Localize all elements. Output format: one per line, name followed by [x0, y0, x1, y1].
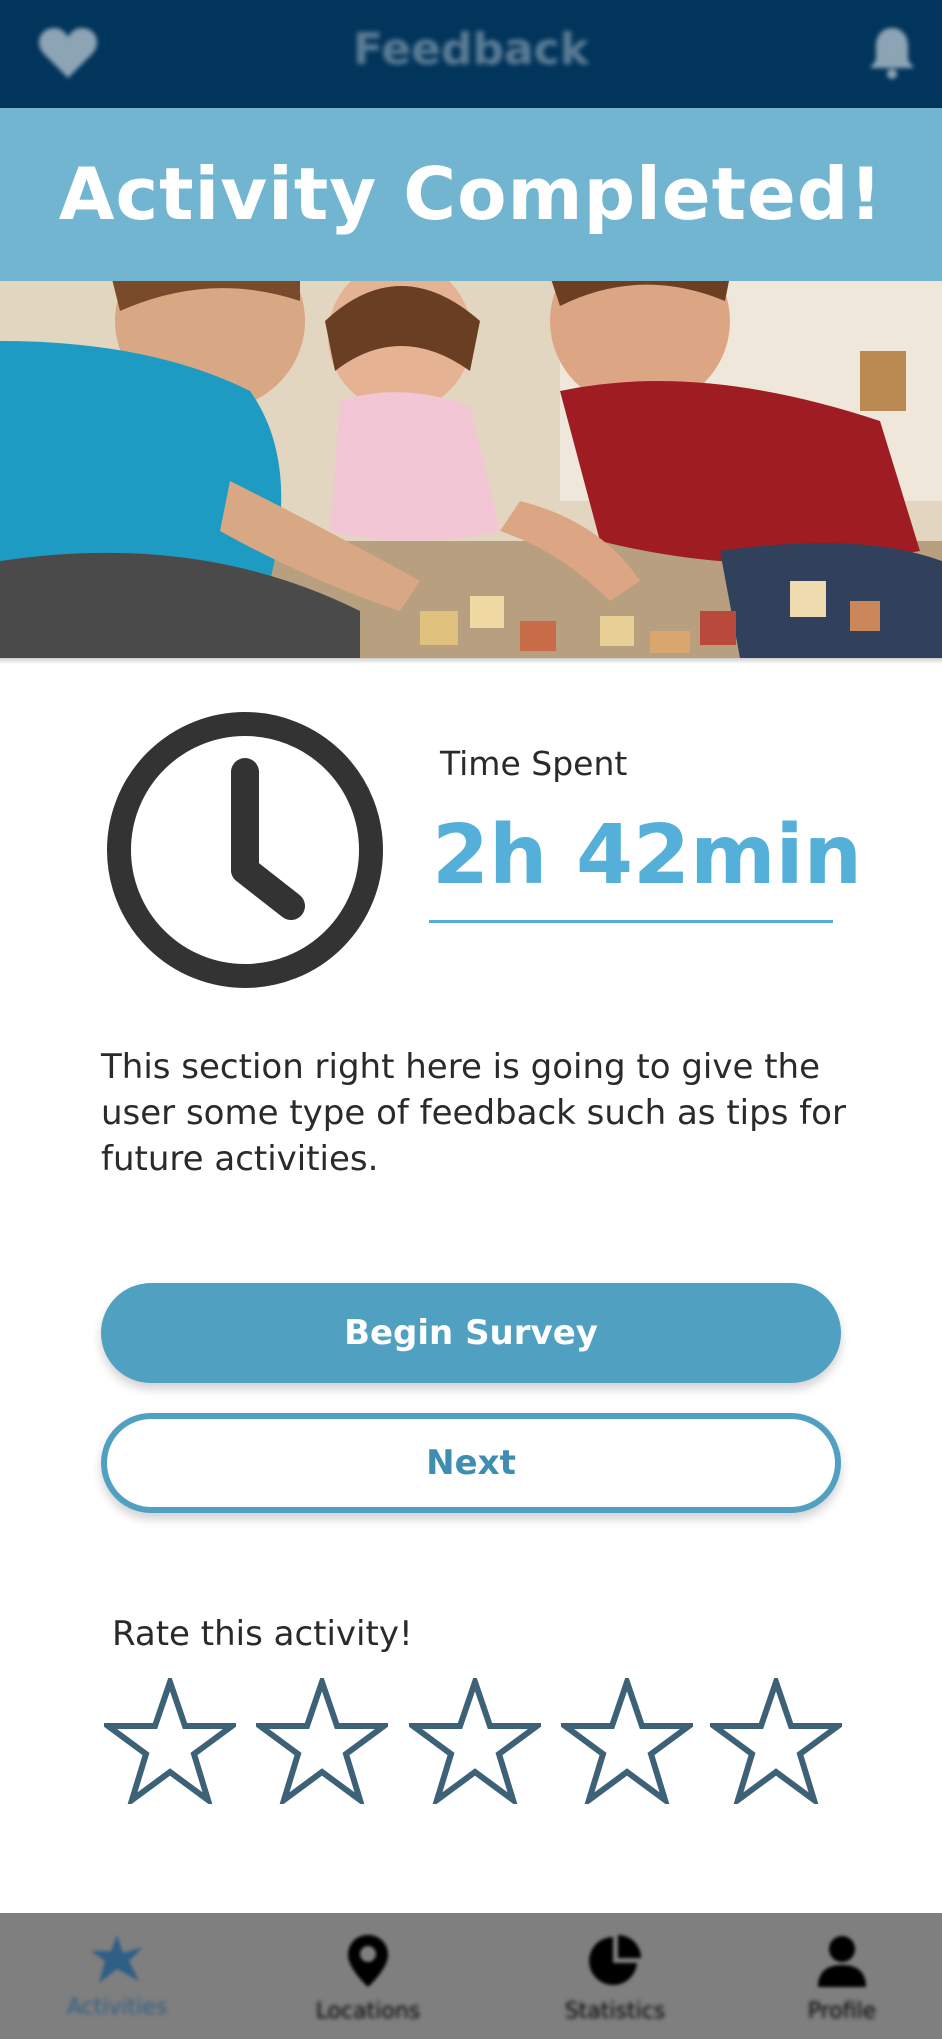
time-spent-label: Time Spent	[440, 744, 628, 783]
star-icon-3[interactable]	[409, 1678, 541, 1804]
clock-icon	[107, 712, 383, 988]
star-icon-1[interactable]	[104, 1678, 236, 1804]
star-rating	[0, 1678, 942, 1808]
statistics-icon	[589, 1935, 641, 1985]
time-spent-value: 2h 42min	[432, 808, 863, 903]
rating-label: Rate this activity!	[112, 1614, 413, 1654]
feedback-text: This section right here is going to give…	[101, 1047, 846, 1179]
page-title: Feedback	[353, 24, 589, 75]
star-icon-5[interactable]	[710, 1678, 842, 1804]
star-icon-4[interactable]	[561, 1678, 693, 1804]
bottom-navigation: Activities Locations Statistics Profile	[0, 1913, 942, 2039]
activities-icon	[91, 1935, 143, 1983]
nav-label-activities: Activities	[66, 1995, 168, 2020]
nav-item-profile[interactable]: Profile	[752, 1933, 932, 2024]
bell-icon[interactable]	[868, 24, 916, 84]
nav-label-statistics: Statistics	[564, 1999, 666, 2024]
nav-label-profile: Profile	[807, 1999, 877, 2024]
location-pin-icon	[348, 1935, 388, 1987]
completion-banner: Activity Completed!	[0, 108, 942, 281]
begin-survey-button[interactable]: Begin Survey	[101, 1283, 841, 1383]
banner-title: Activity Completed!	[58, 152, 884, 236]
time-underline	[429, 920, 833, 923]
children-playing-photo	[0, 281, 942, 658]
divider	[0, 658, 942, 664]
nav-item-statistics[interactable]: Statistics	[525, 1933, 705, 2024]
profile-icon	[818, 1936, 866, 1987]
star-icon-2[interactable]	[256, 1678, 388, 1804]
nav-item-locations[interactable]: Locations	[278, 1933, 458, 2024]
hero-image: Activity Completed!	[0, 108, 942, 658]
top-app-bar: Feedback	[0, 0, 942, 108]
nav-item-activities[interactable]: Activities	[27, 1933, 207, 2020]
next-button[interactable]: Next	[101, 1413, 841, 1513]
nav-label-locations: Locations	[315, 1999, 421, 2024]
